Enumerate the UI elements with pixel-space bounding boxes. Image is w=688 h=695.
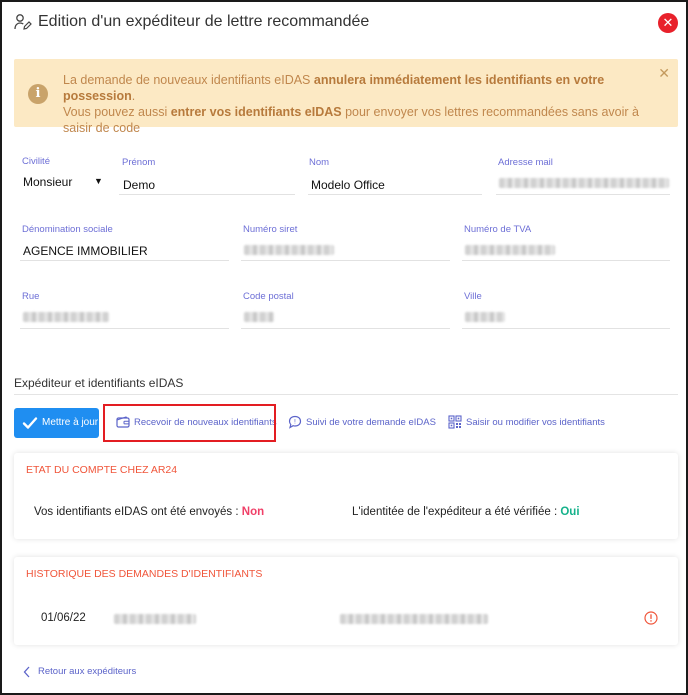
nom-input[interactable]: Modelo Office	[311, 178, 385, 192]
code-postal-label: Code postal	[243, 291, 294, 302]
rue-label: Rue	[22, 291, 40, 302]
ville-input[interactable]	[465, 312, 505, 322]
user-edit-icon	[14, 14, 32, 30]
siret-label: Numéro siret	[243, 224, 298, 235]
tva-input[interactable]	[465, 245, 555, 255]
modal-title: Edition d'un expéditeur de lettre recomm…	[38, 13, 370, 30]
chat-bubble-icon: !	[288, 415, 302, 429]
denomination-label: Dénomination sociale	[22, 224, 113, 235]
ville-underline	[462, 328, 670, 329]
email-underline	[496, 194, 670, 195]
history-address	[340, 614, 488, 624]
qr-code-icon	[448, 415, 462, 429]
modal-window: Edition d'un expéditeur de lettre recomm…	[0, 0, 688, 695]
eidas-section-title: Expéditeur et identifiants eIDAS	[14, 376, 184, 390]
status-yes-badge: Oui	[560, 506, 580, 518]
civilite-select[interactable]: Monsieur	[23, 175, 72, 189]
update-button-label: Mettre à jour	[42, 417, 99, 428]
tab-enter-credentials[interactable]: Saisir ou modifier vos identifiants	[448, 415, 605, 431]
highlight-frame	[103, 404, 276, 442]
alert-text: La demande de nouveaux identifiants eIDA…	[63, 73, 639, 135]
history-title: HISTORIQUE DES DEMANDES D'IDENTIFIANTS	[26, 568, 263, 580]
history-reference	[114, 614, 196, 624]
close-icon[interactable]: ✕	[658, 13, 678, 33]
denomination-underline	[20, 260, 229, 261]
back-link-label: Retour aux expéditeurs	[38, 666, 137, 677]
prenom-label: Prénom	[122, 157, 156, 168]
denomination-input[interactable]: AGENCE IMMOBILIER	[23, 244, 148, 258]
siret-underline	[241, 260, 450, 261]
modal-header: Edition d'un expéditeur de lettre recomm…	[14, 10, 678, 34]
civilite-label: Civilité	[22, 156, 50, 167]
update-button[interactable]: Mettre à jour	[14, 408, 99, 438]
tva-underline	[462, 260, 670, 261]
credentials-sent-status: Vos identifiants eIDAS ont été envoyés :…	[34, 506, 265, 518]
rue-input[interactable]	[23, 312, 109, 322]
email-input[interactable]	[499, 178, 669, 188]
info-icon: i	[28, 84, 48, 104]
ville-label: Ville	[464, 291, 482, 302]
tab-request-tracking[interactable]: ! Suivi de votre demande eIDAS	[288, 415, 436, 431]
alert-circle-icon[interactable]	[644, 611, 658, 625]
alert-close-icon[interactable]: ✕	[658, 65, 670, 82]
caret-down-icon[interactable]: ▼	[94, 176, 103, 186]
prenom-input[interactable]: Demo	[123, 178, 155, 192]
status-no-badge: Non	[241, 506, 265, 518]
tva-label: Numéro de TVA	[464, 224, 532, 235]
tab-enter-label: Saisir ou modifier vos identifiants	[466, 417, 605, 428]
account-status-title: ETAT DU COMPTE CHEZ AR24	[26, 464, 178, 476]
email-label: Adresse mail	[498, 157, 553, 168]
account-status-card: ETAT DU COMPTE CHEZ AR24 Vos identifiant…	[14, 453, 678, 539]
warning-alert: i La demande de nouveaux identifiants eI…	[14, 59, 678, 135]
svg-text:!: !	[294, 419, 296, 426]
chevron-left-icon	[23, 666, 30, 678]
rue-underline	[20, 328, 229, 329]
siret-input[interactable]	[244, 245, 334, 255]
history-card: HISTORIQUE DES DEMANDES D'IDENTIFIANTS 0…	[14, 557, 678, 645]
identity-verified-status: L'identitée de l'expéditeur a été vérifi…	[352, 506, 580, 518]
history-date: 01/06/22	[41, 612, 86, 624]
section-divider	[14, 394, 678, 395]
code-postal-underline	[241, 328, 450, 329]
nom-label: Nom	[309, 157, 330, 168]
nom-underline	[308, 194, 482, 195]
check-icon	[22, 417, 38, 429]
code-postal-input[interactable]	[244, 312, 274, 322]
tab-tracking-label: Suivi de votre demande eIDAS	[306, 417, 436, 428]
prenom-underline	[119, 194, 295, 195]
